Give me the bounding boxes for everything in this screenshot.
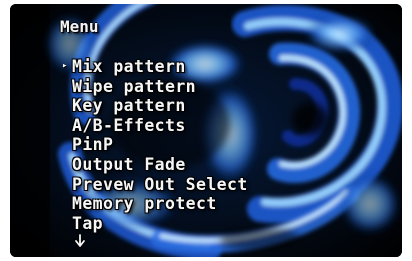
menu-item-preview-out-select[interactable]: Prevew Out Select bbox=[62, 175, 248, 195]
menu-item-label: Key pattern bbox=[72, 96, 186, 116]
down-arrow-icon[interactable] bbox=[74, 234, 86, 248]
menu-item-ab-effects[interactable]: A/B-Effects bbox=[62, 116, 248, 136]
menu-title: Menu bbox=[60, 17, 99, 36]
menu-overlay: Menu ▸ Mix pattern Wipe pattern Key patt… bbox=[10, 4, 402, 257]
menu-item-memory-protect[interactable]: Memory protect bbox=[62, 194, 248, 214]
menu-item-wipe-pattern[interactable]: Wipe pattern bbox=[62, 77, 248, 97]
menu-item-output-fade[interactable]: Output Fade bbox=[62, 155, 248, 175]
menu-item-tap[interactable]: Tap bbox=[62, 214, 248, 234]
menu-list: ▸ Mix pattern Wipe pattern Key pattern A… bbox=[62, 57, 248, 233]
menu-item-label: PinP bbox=[72, 135, 114, 155]
menu-item-label: Wipe pattern bbox=[72, 76, 197, 96]
menu-item-label: Output Fade bbox=[72, 154, 186, 174]
menu-item-mix-pattern[interactable]: ▸ Mix pattern bbox=[62, 57, 248, 77]
menu-item-label: A/B-Effects bbox=[72, 115, 186, 135]
menu-item-label: Tap bbox=[72, 213, 104, 233]
menu-item-pinp[interactable]: PinP bbox=[62, 135, 248, 155]
selection-cursor-icon: ▸ bbox=[62, 61, 68, 71]
menu-item-key-pattern[interactable]: Key pattern bbox=[62, 96, 248, 116]
menu-item-label: Mix pattern bbox=[72, 57, 186, 76]
menu-item-label: Memory protect bbox=[72, 194, 217, 214]
menu-item-label: Prevew Out Select bbox=[72, 174, 248, 194]
video-monitor-screen: Menu ▸ Mix pattern Wipe pattern Key patt… bbox=[10, 4, 402, 257]
